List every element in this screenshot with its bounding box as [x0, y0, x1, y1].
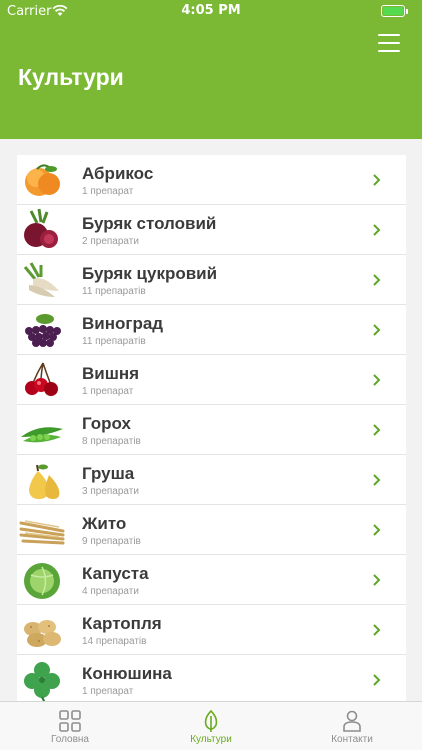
- chevron-right-icon: [373, 174, 381, 186]
- crop-name: Буряк столовий: [82, 214, 217, 233]
- peas-icon: [21, 427, 63, 443]
- status-time: 4:05 PM: [181, 3, 241, 18]
- crop-count: 14 препаратів: [82, 636, 147, 647]
- tab-label: Контакти: [331, 734, 373, 745]
- chevron-right-icon: [373, 274, 381, 286]
- crop-name: Буряк цукровий: [82, 264, 218, 283]
- crop-count: 11 препаратів: [82, 286, 146, 297]
- sugar-beet-icon: [23, 262, 59, 297]
- grid-icon: [59, 710, 81, 732]
- apricot-icon: [25, 164, 60, 196]
- crop-count: 2 препарати: [82, 236, 139, 247]
- tab-home[interactable]: Головна: [0, 702, 140, 750]
- tab-bar: Головна Культури Контакти: [0, 701, 422, 750]
- clover-icon: [24, 662, 60, 703]
- cabbage-icon: [24, 563, 60, 599]
- chevron-right-icon: [373, 574, 381, 586]
- crop-count: 9 препаратів: [82, 536, 141, 547]
- tab-label: Головна: [51, 734, 89, 745]
- chevron-right-icon: [373, 324, 381, 336]
- tab-label: Культури: [190, 734, 232, 745]
- crop-row[interactable]: Буряк цукровий 11 препаратів: [17, 255, 406, 305]
- crop-row[interactable]: Жито 9 препаратів: [17, 505, 406, 555]
- header: Carrier 4:05 PM Культури: [0, 0, 422, 139]
- chevron-right-icon: [373, 674, 381, 686]
- crop-row[interactable]: Груша 3 препарати: [17, 455, 406, 505]
- crop-name: Капуста: [82, 564, 149, 583]
- tab-contacts[interactable]: Контакти: [282, 702, 422, 750]
- crop-name: Вишня: [82, 364, 140, 383]
- crop-name: Горох: [82, 414, 131, 433]
- crop-name: Груша: [82, 464, 135, 483]
- status-bar: Carrier 4:05 PM: [0, 0, 422, 22]
- tab-crops[interactable]: Культури: [141, 702, 281, 750]
- crop-row[interactable]: Конюшина 1 препарат: [17, 655, 406, 705]
- grapes-icon: [25, 314, 61, 347]
- pear-icon: [29, 464, 60, 499]
- crop-row[interactable]: Капуста 4 препарати: [17, 555, 406, 605]
- page-title: Культури: [18, 64, 124, 90]
- chevron-right-icon: [373, 474, 381, 486]
- crop-name: Жито: [82, 514, 127, 533]
- rye-icon: [19, 520, 65, 545]
- crop-count: 1 препарат: [82, 186, 134, 197]
- crop-row[interactable]: Абрикос 1 препарат: [17, 155, 406, 205]
- crop-row[interactable]: Буряк столовий 2 препарати: [17, 205, 406, 255]
- crop-row[interactable]: Горох 8 препаратів: [17, 405, 406, 455]
- crop-count: 1 препарат: [82, 386, 134, 397]
- hamburger-menu-icon[interactable]: [378, 34, 400, 52]
- chevron-right-icon: [373, 624, 381, 636]
- crop-row[interactable]: Вишня 1 препарат: [17, 355, 406, 405]
- crop-row[interactable]: Картопля 14 препаратів: [17, 605, 406, 655]
- person-icon: [343, 710, 361, 732]
- crop-name: Абрикос: [82, 164, 154, 183]
- crop-count: 3 препарати: [82, 486, 139, 497]
- chevron-right-icon: [373, 224, 381, 236]
- battery-icon: [381, 5, 408, 17]
- leaf-icon: [204, 710, 218, 732]
- crop-count: 11 препаратів: [82, 336, 146, 347]
- chevron-right-icon: [373, 374, 381, 386]
- crop-count: 4 препарати: [82, 586, 139, 597]
- crop-name: Картопля: [82, 614, 162, 633]
- crop-row[interactable]: Виноград 11 препаратів: [17, 305, 406, 355]
- crop-count: 8 препаратів: [82, 436, 141, 447]
- crop-name: Виноград: [82, 314, 164, 333]
- beetroot-icon: [24, 208, 58, 248]
- chevron-right-icon: [373, 424, 381, 436]
- crop-list: Абрикос 1 препарат Буряк столовий 2 преп…: [17, 155, 406, 705]
- chevron-right-icon: [373, 524, 381, 536]
- crop-name: Конюшина: [82, 664, 172, 683]
- crop-count: 1 препарат: [82, 686, 134, 697]
- potato-icon: [24, 620, 61, 647]
- cherry-icon: [25, 362, 58, 396]
